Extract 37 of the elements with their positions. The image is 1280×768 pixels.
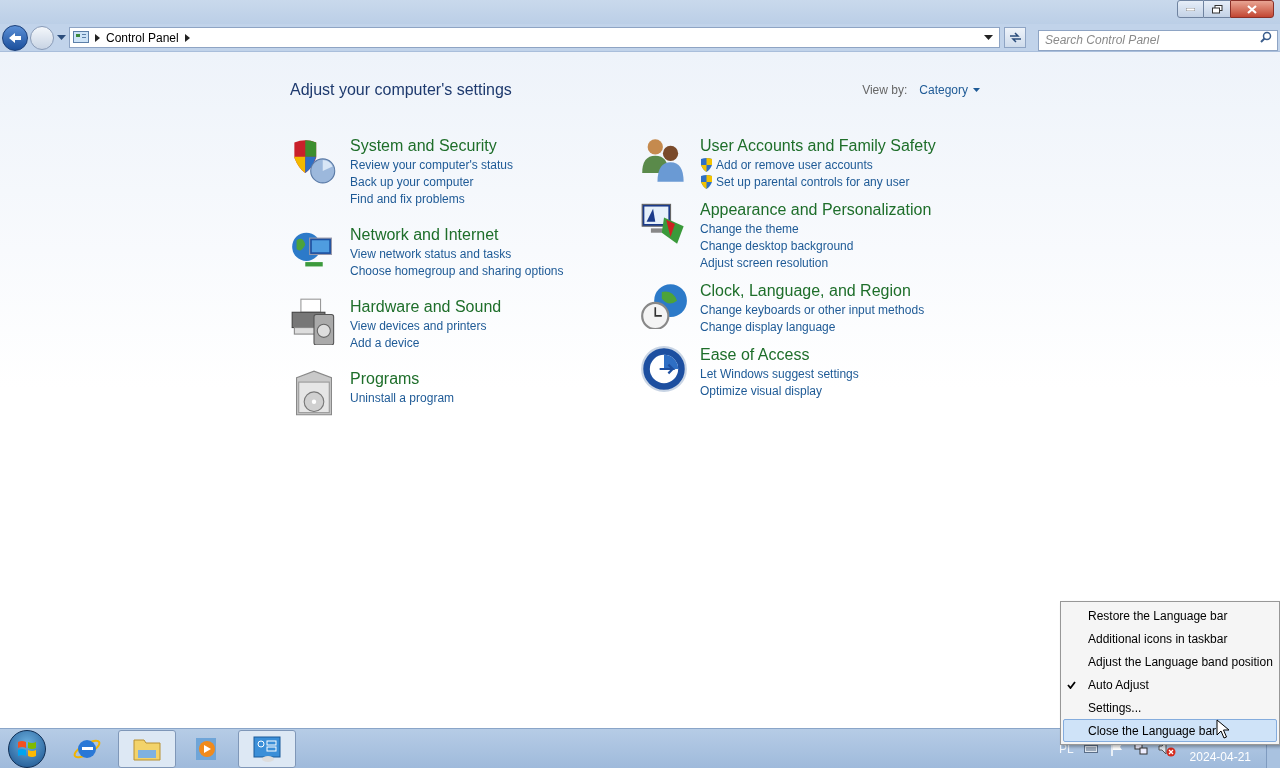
- task-link[interactable]: Change keyboards or other input methods: [700, 300, 925, 319]
- task-link[interactable]: View devices and printers: [350, 316, 487, 335]
- menu-item[interactable]: Restore the Language bar: [1063, 604, 1277, 627]
- task-link[interactable]: Find and fix problems: [350, 189, 465, 208]
- menu-item[interactable]: Adjust the Language band position: [1063, 650, 1277, 673]
- task-link[interactable]: Review your computer's status: [350, 155, 514, 174]
- task-link[interactable]: Adjust screen resolution: [700, 253, 829, 272]
- task-link[interactable]: Back up your computer: [350, 172, 474, 191]
- category-title-link[interactable]: Clock, Language, and Region: [700, 281, 925, 301]
- task-link[interactable]: Change desktop background: [700, 236, 854, 255]
- task-link[interactable]: Change display language: [700, 317, 836, 336]
- task-link[interactable]: Set up parental controls for any user: [716, 172, 910, 191]
- task-link[interactable]: Add a device: [350, 333, 420, 352]
- page-heading: Adjust your computer's settings: [290, 80, 512, 100]
- category-title-link[interactable]: System and Security: [350, 136, 514, 156]
- category-title-link[interactable]: Network and Internet: [350, 225, 564, 245]
- category-title-link[interactable]: User Accounts and Family Safety: [700, 136, 936, 156]
- menu-item[interactable]: Close the Language bar: [1063, 719, 1277, 742]
- task-link[interactable]: Let Windows suggest settings: [700, 364, 859, 383]
- category-title-link[interactable]: Programs: [350, 369, 455, 389]
- search-field[interactable]: Search Control Panel: [1038, 29, 1278, 51]
- address-bar[interactable]: Control Panel: [69, 27, 1000, 48]
- task-link[interactable]: Choose homegroup and sharing options: [350, 261, 564, 280]
- task-link[interactable]: View network status and tasks: [350, 244, 512, 263]
- view-by-dropdown[interactable]: Category: [919, 81, 980, 99]
- menu-item[interactable]: Additional icons in taskbar: [1063, 627, 1277, 650]
- task-link[interactable]: Add or remove user accounts: [716, 155, 873, 174]
- breadcrumb-item[interactable]: Control Panel: [106, 28, 179, 47]
- task-link[interactable]: Uninstall a program: [350, 388, 455, 407]
- task-link[interactable]: Optimize visual display: [700, 381, 823, 400]
- category-title-link[interactable]: Appearance and Personalization: [700, 200, 932, 220]
- view-by-label: View by:: [862, 82, 908, 99]
- task-link[interactable]: Change the theme: [700, 219, 799, 238]
- category-title-link[interactable]: Ease of Access: [700, 345, 859, 365]
- menu-item[interactable]: Auto Adjust: [1063, 673, 1277, 696]
- category-title-link[interactable]: Hardware and Sound: [350, 297, 502, 317]
- menu-item[interactable]: Settings...: [1063, 696, 1277, 719]
